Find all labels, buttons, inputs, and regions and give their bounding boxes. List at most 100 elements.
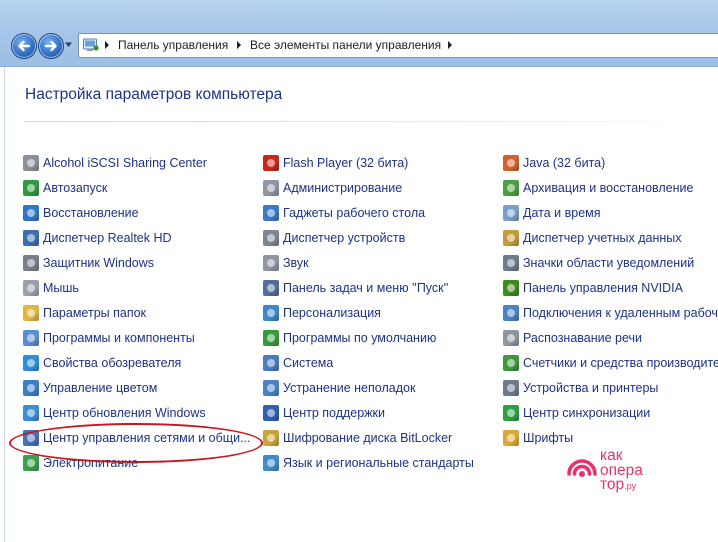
control-panel-item[interactable]: Диспетчер устройств bbox=[263, 225, 474, 250]
control-panel-item-label: Центр поддержки bbox=[283, 405, 386, 420]
control-panel-item-label: Архивация и восстановление bbox=[523, 180, 694, 195]
control-panel-item[interactable]: Администрирование bbox=[263, 175, 474, 200]
control-panel-item-label: Свойства обозревателя bbox=[43, 355, 182, 370]
control-panel-item-label: Защитник Windows bbox=[43, 255, 155, 270]
control-panel-item[interactable]: Устройства и принтеры bbox=[503, 375, 718, 400]
defender-icon bbox=[23, 254, 39, 271]
control-panel-item[interactable]: Счетчики и средства производител... bbox=[503, 350, 718, 375]
control-panel-item[interactable]: Flash Player (32 бита) bbox=[263, 150, 474, 175]
sound-icon bbox=[263, 254, 279, 271]
control-panel-item[interactable]: Свойства обозревателя bbox=[23, 350, 250, 375]
watermark-text: как опера тор.ру bbox=[600, 448, 643, 494]
control-panel-item[interactable]: Персонализация bbox=[263, 300, 474, 325]
control-panel-item-label: Диспетчер устройств bbox=[283, 230, 406, 245]
gadgets-icon bbox=[263, 204, 279, 221]
control-panel-item[interactable]: Звук bbox=[263, 250, 474, 275]
internet-options-icon bbox=[23, 354, 39, 371]
device-manager-icon bbox=[263, 229, 279, 246]
personalization-icon bbox=[263, 304, 279, 321]
control-panel-item[interactable]: Диспетчер Realtek HD bbox=[23, 225, 250, 250]
control-panel-item-label: Alcohol iSCSI Sharing Center bbox=[43, 155, 207, 170]
control-panel-item-label: Шрифты bbox=[523, 430, 574, 445]
breadcrumb-separator-icon[interactable] bbox=[448, 41, 452, 49]
troubleshooting-icon bbox=[263, 379, 279, 396]
control-panel-item[interactable]: Alcohol iSCSI Sharing Center bbox=[23, 150, 250, 175]
control-panel-item[interactable]: Устранение неполадок bbox=[263, 375, 474, 400]
bitlocker-icon bbox=[263, 429, 279, 446]
flash-icon bbox=[263, 154, 279, 171]
control-panel-item[interactable]: Программы и компоненты bbox=[23, 325, 250, 350]
control-panel-item[interactable]: Защитник Windows bbox=[23, 250, 250, 275]
programs-icon bbox=[23, 329, 39, 346]
highlight-annotation bbox=[9, 423, 263, 463]
control-panel-item[interactable]: Панель задач и меню ''Пуск'' bbox=[263, 275, 474, 300]
performance-icon bbox=[503, 354, 519, 371]
remote-desktop-icon bbox=[503, 304, 519, 321]
arrow-left-icon bbox=[18, 40, 31, 52]
watermark-logo: как опера тор.ру bbox=[563, 448, 703, 498]
action-center-icon bbox=[263, 404, 279, 421]
control-panel-item-label: Устранение неполадок bbox=[283, 380, 416, 395]
control-panel-item-label: Программы по умолчанию bbox=[283, 330, 437, 345]
date-time-icon bbox=[503, 204, 519, 221]
control-panel-item[interactable]: Мышь bbox=[23, 275, 250, 300]
devices-printers-icon bbox=[503, 379, 519, 396]
alcohol-icon bbox=[23, 154, 39, 171]
control-panel-item[interactable]: Параметры папок bbox=[23, 300, 250, 325]
back-button[interactable] bbox=[11, 33, 37, 59]
watermark-line-3: тор bbox=[600, 476, 625, 493]
control-panel-item[interactable]: Управление цветом bbox=[23, 375, 250, 400]
control-panel-item-label: Java (32 бита) bbox=[523, 155, 606, 170]
control-panel-item[interactable]: Распознавание речи bbox=[503, 325, 718, 350]
forward-button[interactable] bbox=[38, 33, 64, 59]
system-icon bbox=[263, 354, 279, 371]
speech-icon bbox=[503, 329, 519, 346]
folder-options-icon bbox=[23, 304, 39, 321]
control-panel-item[interactable]: Подключения к удаленным рабоч... bbox=[503, 300, 718, 325]
window-chrome: Панель управления Все элементы панели уп… bbox=[0, 0, 718, 67]
control-panel-item[interactable]: Шифрование диска BitLocker bbox=[263, 425, 474, 450]
control-panel-item-label: Гаджеты рабочего стола bbox=[283, 205, 426, 220]
control-panel-item[interactable]: Автозапуск bbox=[23, 175, 250, 200]
control-panel-item[interactable]: Значки области уведомлений bbox=[503, 250, 718, 275]
power-icon bbox=[23, 454, 39, 471]
watermark-line-3-wrap: тор.ру bbox=[600, 476, 643, 494]
control-panel-item[interactable]: Дата и время bbox=[503, 200, 718, 225]
history-dropdown-icon[interactable] bbox=[64, 40, 73, 49]
control-panel-item[interactable]: Архивация и восстановление bbox=[503, 175, 718, 200]
address-bar[interactable]: Панель управления Все элементы панели уп… bbox=[78, 33, 718, 58]
control-panel-item[interactable]: Гаджеты рабочего стола bbox=[263, 200, 474, 225]
control-panel-item[interactable]: Язык и региональные стандарты bbox=[263, 450, 474, 475]
control-panel-item-label: Восстановление bbox=[43, 205, 139, 220]
control-panel-item-label: Управление цветом bbox=[43, 380, 158, 395]
title-divider bbox=[25, 121, 718, 122]
windows-update-icon bbox=[23, 404, 39, 421]
control-panel-item-label: Звук bbox=[283, 255, 309, 270]
control-panel-item[interactable]: Система bbox=[263, 350, 474, 375]
control-panel-item[interactable]: Центр обновления Windows bbox=[23, 400, 250, 425]
breadcrumb-separator-icon[interactable] bbox=[105, 41, 109, 49]
control-panel-item-label: Программы и компоненты bbox=[43, 330, 195, 345]
control-panel-item[interactable]: Java (32 бита) bbox=[503, 150, 718, 175]
backup-icon bbox=[503, 179, 519, 196]
breadcrumb-control-panel[interactable]: Панель управления bbox=[118, 38, 228, 52]
recovery-icon bbox=[23, 204, 39, 221]
default-programs-icon bbox=[263, 329, 279, 346]
mouse-icon bbox=[23, 279, 39, 296]
breadcrumb-separator-icon[interactable] bbox=[237, 41, 241, 49]
control-panel-item-label: Шифрование диска BitLocker bbox=[283, 430, 453, 445]
nvidia-icon bbox=[503, 279, 519, 296]
taskbar-icon bbox=[263, 279, 279, 296]
control-panel-item[interactable]: Восстановление bbox=[23, 200, 250, 225]
arrow-right-icon bbox=[44, 40, 57, 52]
notification-icons-icon bbox=[503, 254, 519, 271]
credential-manager-icon bbox=[503, 229, 519, 246]
control-panel-item[interactable]: Центр поддержки bbox=[263, 400, 474, 425]
control-panel-item[interactable]: Программы по умолчанию bbox=[263, 325, 474, 350]
control-panel-item[interactable]: Панель управления NVIDIA bbox=[503, 275, 718, 300]
breadcrumb-all-items[interactable]: Все элементы панели управления bbox=[250, 38, 441, 52]
control-panel-item[interactable]: Диспетчер учетных данных bbox=[503, 225, 718, 250]
control-panel-item-label: Язык и региональные стандарты bbox=[283, 455, 474, 470]
control-panel-item[interactable]: Центр синхронизации bbox=[503, 400, 718, 425]
control-panel-item-label: Персонализация bbox=[283, 305, 381, 320]
